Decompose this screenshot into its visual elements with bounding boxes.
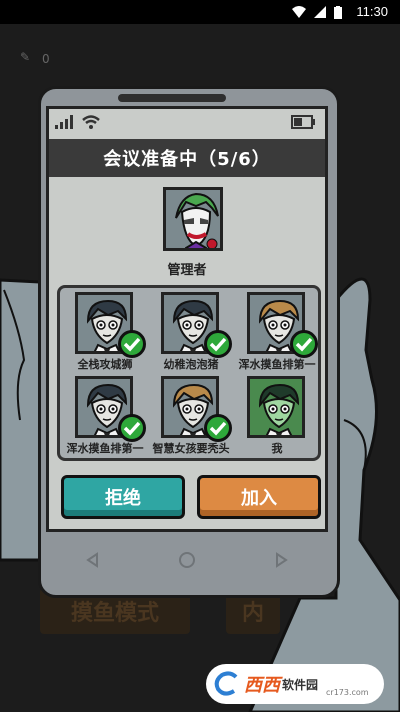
watermark-url: cr173.com <box>326 688 369 697</box>
join-button[interactable]: 加入 <box>197 475 321 519</box>
player-card[interactable]: 全栈攻城狮 <box>62 292 148 376</box>
ready-check-icon <box>204 414 232 442</box>
phone-status-bar <box>49 109 325 137</box>
signal-icon <box>55 115 73 129</box>
admin-label: 管理者 <box>167 263 207 278</box>
dialog-title-bar: 会议准备中（5/6） <box>49 139 325 177</box>
players-panel: 全栈攻城狮 幼稚泡泡猪 浑水摸鱼排第一 浑水摸鱼排第一 智慧女孩要秃头 我 <box>57 285 321 461</box>
watermark-site: 软件园 <box>282 677 319 692</box>
player-card-self[interactable]: 我 <box>234 376 320 460</box>
ready-check-icon <box>204 330 232 358</box>
admin-avatar <box>163 187 223 251</box>
watermark-brand: 西西 <box>244 675 280 696</box>
player-name: 浑水摸鱼排第一 <box>66 442 144 455</box>
reject-button[interactable]: 拒绝 <box>61 475 185 519</box>
player-name: 全栈攻城狮 <box>77 358 133 371</box>
back-icon[interactable] <box>85 552 101 568</box>
recent-icon[interactable] <box>273 552 289 568</box>
phone-nav-bar <box>46 538 328 582</box>
player-card[interactable]: 智慧女孩要秃头 <box>148 376 234 460</box>
phone-speaker <box>118 94 226 102</box>
player-card[interactable]: 浑水摸鱼排第一 <box>62 376 148 460</box>
home-icon[interactable] <box>178 551 196 569</box>
ready-check-icon <box>118 330 146 358</box>
wifi-icon <box>82 115 100 129</box>
player-name: 我 <box>271 442 283 455</box>
meeting-dialog: 会议准备中（5/6） 管理者 全栈攻城狮 幼稚泡泡猪 浑水摸鱼排第一 浑水摸鱼排… <box>46 106 328 532</box>
site-watermark: 西西 软件园 cr173.com <box>206 664 384 704</box>
player-name: 浑水摸鱼排第一 <box>238 358 316 371</box>
ready-check-icon <box>118 414 146 442</box>
player-name: 幼稚泡泡猪 <box>163 358 219 371</box>
player-card[interactable]: 浑水摸鱼排第一 <box>234 292 320 376</box>
battery-icon <box>291 115 315 129</box>
ready-check-icon <box>290 330 318 358</box>
player-name: 智慧女孩要秃头 <box>152 442 230 455</box>
player-avatar <box>247 376 305 438</box>
player-card[interactable]: 幼稚泡泡猪 <box>148 292 234 376</box>
site-logo-icon <box>214 671 238 696</box>
dialog-title: 会议准备中（5/6） <box>103 149 271 170</box>
